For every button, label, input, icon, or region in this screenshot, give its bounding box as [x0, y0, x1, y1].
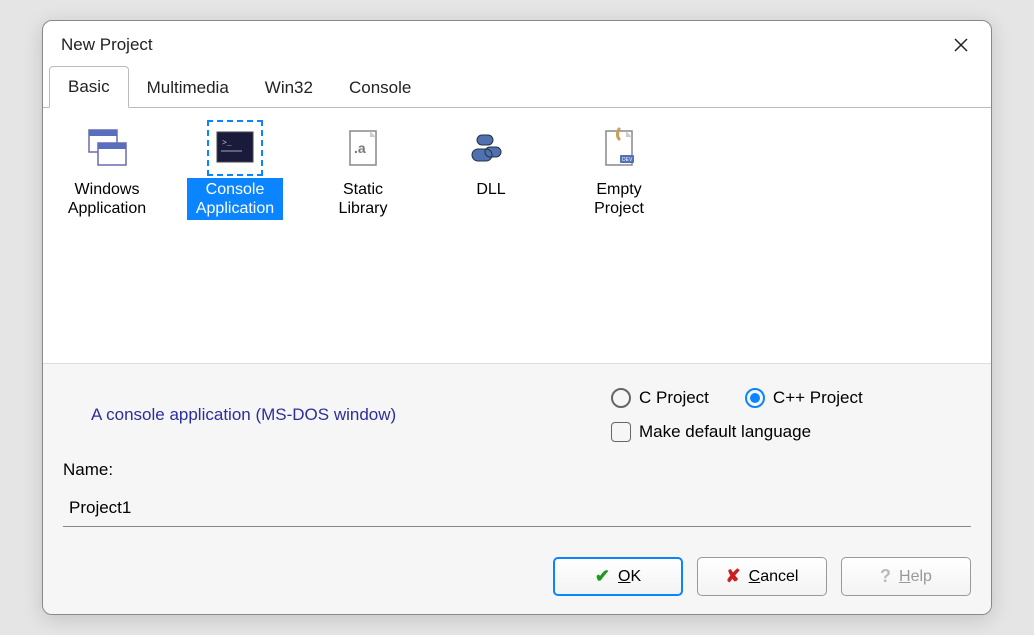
- button-label: Help: [899, 568, 932, 586]
- checkbox-icon: [611, 422, 631, 442]
- tab-bar: Basic Multimedia Win32 Console: [43, 65, 991, 108]
- template-static-library[interactable]: .a Static Library: [313, 122, 413, 349]
- template-label: Empty Project: [571, 178, 667, 220]
- template-label: DLL: [472, 178, 509, 201]
- button-row: ✔ OK ✘ Cancel ? Help: [43, 543, 991, 614]
- radio-icon: [611, 388, 631, 408]
- radio-label: C Project: [639, 388, 709, 408]
- template-console-application[interactable]: >_ Console Application: [185, 122, 285, 349]
- radio-cpp-project[interactable]: C++ Project: [745, 388, 863, 408]
- radio-icon: [745, 388, 765, 408]
- cancel-button[interactable]: ✘ Cancel: [697, 557, 827, 596]
- project-options: C Project C++ Project Make default langu…: [611, 388, 971, 442]
- tab-win32[interactable]: Win32: [247, 68, 331, 108]
- windows-app-icon: [83, 124, 131, 172]
- name-input[interactable]: [63, 490, 971, 527]
- button-label: Cancel: [749, 568, 799, 586]
- help-icon: ?: [880, 566, 891, 587]
- template-label: Windows Application: [59, 178, 155, 220]
- template-label: Console Application: [187, 178, 283, 220]
- template-windows-application[interactable]: Windows Application: [57, 122, 157, 349]
- name-label: Name:: [63, 460, 971, 480]
- checkbox-make-default[interactable]: Make default language: [611, 422, 971, 442]
- help-button[interactable]: ? Help: [841, 557, 971, 596]
- new-project-dialog: New Project Basic Multimedia Win32 Conso…: [42, 20, 992, 615]
- svg-text:.a: .a: [354, 140, 366, 156]
- template-list: Windows Application >_ Console Applicati…: [43, 108, 991, 363]
- tab-console[interactable]: Console: [331, 68, 429, 108]
- radio-label: C++ Project: [773, 388, 863, 408]
- console-app-icon: >_: [211, 124, 259, 172]
- titlebar: New Project: [43, 21, 991, 65]
- button-label: OK: [618, 568, 641, 586]
- template-description: A console application (MS-DOS window): [63, 405, 571, 425]
- dll-icon: [467, 124, 515, 172]
- lower-panel: A console application (MS-DOS window) C …: [43, 363, 991, 543]
- radio-c-project[interactable]: C Project: [611, 388, 709, 408]
- x-icon: ✘: [726, 566, 741, 587]
- static-library-icon: .a: [339, 124, 387, 172]
- tab-multimedia[interactable]: Multimedia: [129, 68, 247, 108]
- checkbox-label: Make default language: [639, 422, 811, 442]
- svg-text:>_: >_: [222, 139, 232, 148]
- tab-basic[interactable]: Basic: [49, 66, 129, 108]
- template-empty-project[interactable]: DEV Empty Project: [569, 122, 669, 349]
- template-label: Static Library: [315, 178, 411, 220]
- close-icon[interactable]: [949, 33, 973, 57]
- empty-project-icon: DEV: [595, 124, 643, 172]
- template-dll[interactable]: DLL: [441, 122, 541, 349]
- check-icon: ✔: [595, 566, 610, 587]
- ok-button[interactable]: ✔ OK: [553, 557, 683, 596]
- dialog-title: New Project: [61, 35, 153, 55]
- svg-text:DEV: DEV: [622, 157, 633, 163]
